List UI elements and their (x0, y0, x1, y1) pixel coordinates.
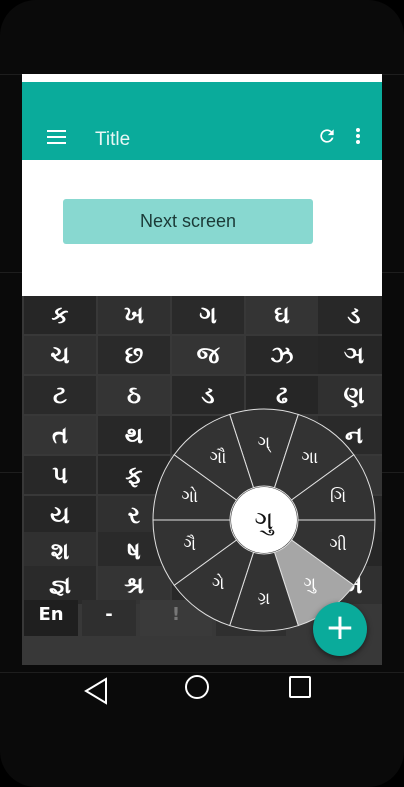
keyboard-key[interactable]: પ (24, 456, 96, 494)
wheel-segment-label: ગ્ર (258, 589, 270, 609)
menu-icon[interactable] (47, 130, 66, 144)
keyboard-key[interactable]: ખ (98, 296, 170, 334)
home-icon[interactable] (185, 675, 209, 699)
back-icon[interactable] (84, 677, 107, 705)
keyboard-key[interactable]: ચ (24, 336, 96, 374)
refresh-icon[interactable] (317, 126, 337, 146)
next-screen-button[interactable]: Next screen (63, 199, 313, 244)
app-bar: Title (22, 82, 382, 160)
keyboard-row: ચછજઝઞ (22, 336, 382, 374)
add-fab-button[interactable]: + (313, 602, 367, 656)
wheel-segment-label: ગિ (330, 487, 346, 507)
keyboard-key[interactable]: શ (24, 532, 96, 570)
keyboard-key[interactable]: છ (98, 336, 170, 374)
wheel-segment-label: ગુ (304, 574, 317, 594)
status-bar (22, 74, 382, 82)
keyboard-key[interactable]: ય (24, 496, 96, 534)
more-vert-icon[interactable] (355, 128, 361, 144)
wheel-segment-label: ગી (330, 535, 347, 555)
vowel-sign-wheel: ગ્ ગા ગિ ગી ગુ ગ્ર ગે ગૈ ગો ગૌ ગુ (152, 408, 376, 632)
keyboard-key[interactable]: જ (172, 336, 244, 374)
wheel-segment-label: ગ્ (258, 433, 272, 453)
keyboard-key[interactable]: ડ (318, 296, 382, 334)
keyboard-key[interactable]: ઝ (246, 336, 318, 374)
keyboard-key[interactable]: ઞ (318, 336, 382, 374)
wheel-segment-label: ગૈ (184, 534, 196, 555)
keyboard-key[interactable]: ઘ (246, 296, 318, 334)
wheel-segment-label: ગે (212, 573, 224, 594)
wheel-segment-label: ગા (302, 448, 319, 468)
keyboard-key[interactable]: ટ (24, 376, 96, 414)
keyboard-key[interactable]: ગ (172, 296, 244, 334)
dash-key[interactable]: - (82, 600, 136, 636)
wheel-segment-label: ગૌ (210, 447, 227, 468)
wheel-segment-label: ગો (181, 486, 198, 507)
keyboard-row: કખગઘડ (22, 296, 382, 334)
language-switch-key[interactable]: En (24, 600, 78, 636)
keyboard-key[interactable]: ત (24, 416, 96, 454)
android-nav-bar (84, 675, 311, 705)
wheel-center-label: ગુ (255, 506, 275, 536)
keyboard-key[interactable]: ક (24, 296, 96, 334)
recents-icon[interactable] (289, 676, 311, 698)
app-title: Title (95, 129, 131, 150)
